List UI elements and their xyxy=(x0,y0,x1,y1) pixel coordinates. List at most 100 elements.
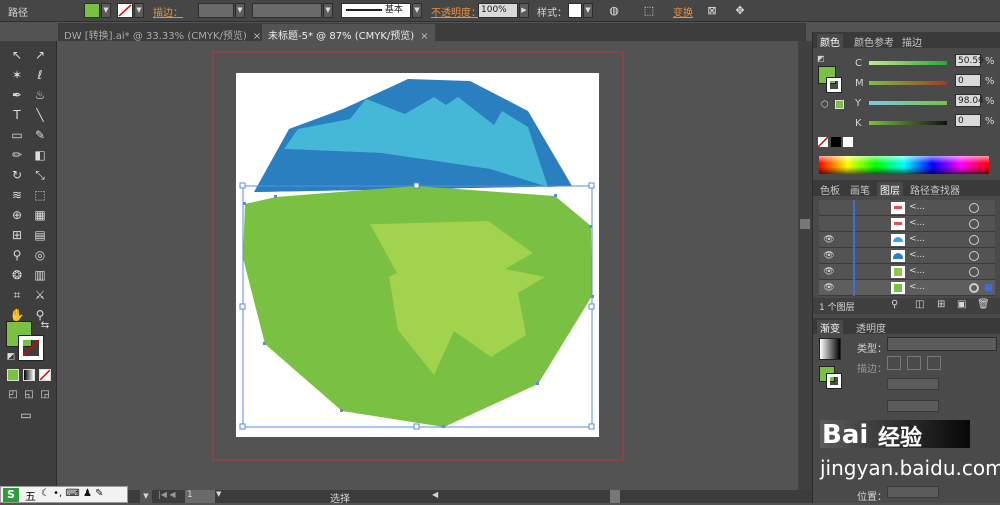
target-icon[interactable] xyxy=(969,251,979,261)
selection-tool-icon[interactable]: ↖ xyxy=(8,47,26,63)
layer-row-selected[interactable]: 👁 <... xyxy=(819,280,995,296)
eye-icon[interactable]: 👁 xyxy=(823,282,835,294)
curvature-tool-icon[interactable]: ♨ xyxy=(31,87,49,103)
channel-m-value[interactable]: 0 xyxy=(955,74,981,87)
symbol-sprayer-tool-icon[interactable]: ❂ xyxy=(8,267,26,283)
color-spectrum[interactable] xyxy=(819,156,989,174)
mesh-tool-icon[interactable]: ⊞ xyxy=(8,227,26,243)
warp-tool-icon[interactable]: ≋ xyxy=(8,187,26,203)
visibility-toggle[interactable] xyxy=(823,218,835,230)
align-icon[interactable]: ⬚ xyxy=(640,3,658,19)
ime-toolbar[interactable]: S 五 ☾ •, ⌨ ♟ ✎ xyxy=(0,486,128,503)
transform-label[interactable]: 变换 xyxy=(673,4,693,19)
canvas-area[interactable] xyxy=(58,41,798,490)
new-sublayer-icon[interactable]: ⊞ xyxy=(937,299,945,310)
layer-row[interactable]: 👁 <... xyxy=(819,232,995,248)
make-clipping-mask-icon[interactable]: ◫ xyxy=(915,299,924,310)
channel-m-slider[interactable] xyxy=(869,81,947,85)
gradient-mode-icon[interactable] xyxy=(23,369,35,381)
variable-width-arrow[interactable]: ▼ xyxy=(323,3,333,18)
color-mode-icon[interactable] xyxy=(7,369,19,381)
brush-style-field[interactable]: 基本 xyxy=(341,3,411,18)
tab-color-guide[interactable]: 颜色参考 xyxy=(851,34,897,49)
type-tool-icon[interactable]: T xyxy=(8,107,26,123)
tab-swatches[interactable]: 色板 xyxy=(817,182,843,197)
eye-icon[interactable]: 👁 xyxy=(823,250,835,262)
gradient-stroke-swatch[interactable] xyxy=(826,373,842,389)
tab-gradient[interactable]: 渐变 xyxy=(817,320,843,335)
locate-object-icon[interactable]: ⚲ xyxy=(891,299,898,310)
draw-inside-icon[interactable]: ◲ xyxy=(36,387,54,403)
line-tool-icon[interactable]: ╲ xyxy=(31,107,49,123)
white-swatch[interactable] xyxy=(843,137,853,147)
out-of-gamut-icon[interactable]: ⬡ xyxy=(821,100,829,110)
stroke-color-swatch[interactable] xyxy=(117,3,133,18)
layer-row[interactable]: 👁 <... xyxy=(819,248,995,264)
arrange-icon[interactable]: ✥ xyxy=(731,3,749,19)
layer-row[interactable]: <... xyxy=(819,216,995,232)
black-swatch[interactable] xyxy=(831,137,841,147)
magic-wand-tool-icon[interactable]: ✶ xyxy=(8,67,26,83)
stroke-across-icon[interactable] xyxy=(927,356,941,370)
default-swap-icon[interactable]: ◩ xyxy=(817,54,827,64)
blend-tool-icon[interactable]: ◎ xyxy=(31,247,49,263)
selected-art-indicator[interactable] xyxy=(985,284,992,291)
new-layer-icon[interactable]: ▣ xyxy=(957,299,966,310)
stroke-dropdown-arrow[interactable]: ▼ xyxy=(134,3,144,18)
scroll-left-icon[interactable]: ◀ xyxy=(432,490,438,499)
zoom-dropdown-arrow[interactable]: ▼ xyxy=(140,490,152,503)
gradient-preview[interactable] xyxy=(819,338,841,360)
tab-stroke[interactable]: 描边 xyxy=(899,34,925,49)
rotate-tool-icon[interactable]: ↻ xyxy=(8,167,26,183)
none-mode-icon[interactable] xyxy=(39,369,51,381)
column-graph-tool-icon[interactable]: ▥ xyxy=(31,267,49,283)
swap-colors-icon[interactable]: ⇆ xyxy=(36,318,54,334)
tab-transparency[interactable]: 透明度 xyxy=(853,320,889,335)
visibility-toggle[interactable] xyxy=(823,202,835,214)
variable-width-field[interactable] xyxy=(252,3,322,18)
tab-pathfinder[interactable]: 路径查找器 xyxy=(907,182,963,197)
recolor-icon[interactable]: ◍ xyxy=(605,3,623,19)
opacity-arrow[interactable]: ▶ xyxy=(519,3,529,18)
eyedropper-tool-icon[interactable]: ⚲ xyxy=(8,247,26,263)
target-icon[interactable] xyxy=(969,235,979,245)
free-transform-tool-icon[interactable]: ⬚ xyxy=(31,187,49,203)
stroke-label[interactable]: 描边： xyxy=(153,4,183,19)
target-icon[interactable] xyxy=(969,203,979,213)
screen-mode-icon[interactable]: ▭ xyxy=(17,407,35,423)
paintbrush-tool-icon[interactable]: ✎ xyxy=(31,127,49,143)
tab-dw-document[interactable]: DW [转换].ai* @ 33.33% (CMYK/预览) × xyxy=(58,24,268,42)
perspective-grid-tool-icon[interactable]: ▦ xyxy=(31,207,49,223)
channel-y-value[interactable]: 98.04 xyxy=(955,94,984,107)
page-dropdown-arrow[interactable]: ▼ xyxy=(216,490,221,498)
scale-tool-icon[interactable]: ⤡ xyxy=(31,167,49,183)
gamut-swatch[interactable] xyxy=(835,100,844,109)
graphic-style-arrow[interactable]: ▼ xyxy=(583,3,593,18)
layer-row[interactable]: <... xyxy=(819,200,995,216)
vertical-scrollbar[interactable] xyxy=(798,41,812,490)
direct-selection-tool-icon[interactable]: ↗ xyxy=(31,47,49,63)
gradient-angle-field[interactable] xyxy=(887,378,939,390)
opacity-input[interactable]: 100% xyxy=(478,3,518,18)
ime-mode-label[interactable]: 五 xyxy=(25,488,36,504)
target-icon[interactable] xyxy=(969,219,979,229)
first-page-icon[interactable]: |◀ ◀ xyxy=(158,490,176,499)
tab-color[interactable]: 颜色 xyxy=(817,34,843,49)
lasso-tool-icon[interactable]: ℓ xyxy=(31,67,49,83)
gradient-tool-icon[interactable]: ▤ xyxy=(31,227,49,243)
artboard-tool-icon[interactable]: ⌗ xyxy=(8,287,26,303)
default-colors-icon[interactable]: ◩ xyxy=(2,349,20,365)
shape-builder-tool-icon[interactable]: ⊕ xyxy=(8,207,26,223)
fill-dropdown-arrow[interactable]: ▼ xyxy=(101,3,111,18)
graphic-style-swatch[interactable] xyxy=(568,3,582,18)
channel-c-value[interactable]: 50.59 xyxy=(955,54,984,67)
gradient-aspect-field[interactable] xyxy=(887,400,939,412)
channel-y-slider[interactable] xyxy=(869,101,947,105)
target-icon[interactable] xyxy=(969,283,979,293)
delete-layer-icon[interactable]: 🗑 xyxy=(977,299,990,310)
target-icon[interactable] xyxy=(969,267,979,277)
slice-tool-icon[interactable]: ⚔ xyxy=(31,287,49,303)
pen-tool-icon[interactable]: ✒ xyxy=(8,87,26,103)
stroke-along-icon[interactable] xyxy=(907,356,921,370)
channel-k-value[interactable]: 0 xyxy=(955,114,981,127)
